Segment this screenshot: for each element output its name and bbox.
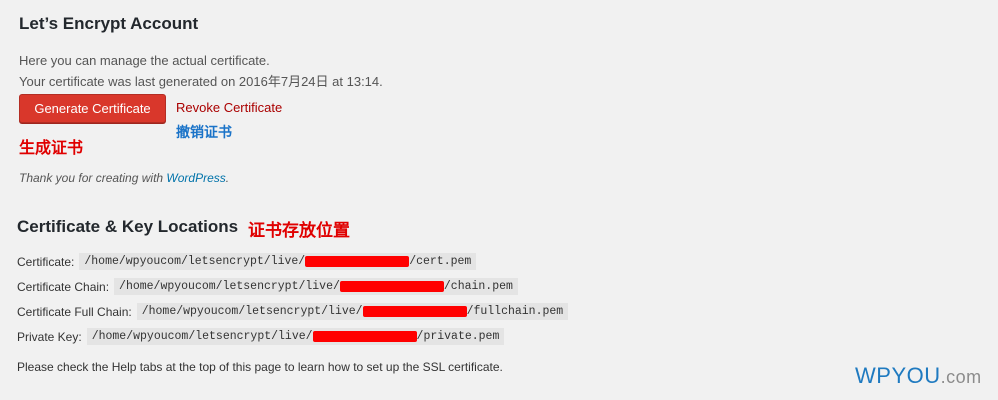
location-label: Certificate Full Chain: bbox=[17, 304, 132, 319]
redaction-bar bbox=[362, 306, 467, 317]
redaction-bar bbox=[312, 331, 417, 342]
wpyou-watermark: WPYOU.com bbox=[855, 363, 982, 389]
annotation-revoke: 撤销证书 bbox=[176, 124, 232, 140]
redaction-bar bbox=[305, 256, 410, 267]
location-path: /home/wpyoucom/letsencrypt/live/ /cert.pe… bbox=[79, 253, 477, 270]
path-file: /private.pem bbox=[416, 330, 500, 343]
help-note: Please check the Help tabs at the top of… bbox=[17, 360, 503, 374]
account-title: Let’s Encrypt Account bbox=[19, 14, 199, 33]
path-prefix: /home/wpyoucom/letsencrypt/live/ bbox=[141, 305, 363, 318]
annotation-locations: 证书存放位置 bbox=[248, 221, 350, 240]
locations-title: Certificate & Key Locations bbox=[17, 217, 239, 236]
account-description: Here you can manage the actual certifica… bbox=[19, 53, 270, 68]
redaction-bar bbox=[339, 281, 444, 292]
location-row-chain: Certificate Chain: /home/wpyoucom/letsen… bbox=[17, 278, 518, 295]
location-label: Private Key: bbox=[17, 329, 82, 344]
location-row-private-key: Private Key: /home/wpyoucom/letsencrypt/… bbox=[17, 328, 505, 345]
path-prefix: /home/wpyoucom/letsencrypt/live/ bbox=[119, 280, 340, 293]
annotation-generate: 生成证书 bbox=[19, 140, 84, 157]
revoke-certificate-link[interactable]: Revoke Certificate bbox=[176, 100, 282, 115]
generate-certificate-button[interactable]: Generate Certificate bbox=[19, 94, 166, 123]
footer-credit-suffix: . bbox=[225, 171, 230, 185]
location-path: /home/wpyoucom/letsencrypt/live/ /chain.p… bbox=[114, 278, 518, 295]
path-file: /chain.pem bbox=[443, 280, 513, 293]
watermark-domain: .com bbox=[940, 367, 982, 387]
location-label: Certificate: bbox=[17, 254, 75, 269]
watermark-name: WPYOU bbox=[855, 363, 941, 388]
location-path: /home/wpyoucom/letsencrypt/live/ /private… bbox=[86, 328, 505, 345]
location-row-certificate: Certificate: /home/wpyoucom/letsencrypt/… bbox=[17, 253, 477, 270]
wordpress-link[interactable]: WordPress bbox=[166, 171, 225, 185]
path-file: /cert.pem bbox=[409, 255, 472, 268]
location-label: Certificate Chain: bbox=[17, 279, 110, 294]
footer-credit: Thank you for creating with WordPress. bbox=[19, 171, 229, 185]
path-prefix: /home/wpyoucom/letsencrypt/live/ bbox=[91, 330, 313, 343]
path-file: /fullchain.pem bbox=[466, 305, 564, 318]
last-generated-text: Your certificate was last generated on 2… bbox=[19, 74, 383, 89]
footer-credit-prefix: Thank you for creating with bbox=[19, 171, 167, 185]
location-row-fullchain: Certificate Full Chain: /home/wpyoucom/l… bbox=[17, 303, 569, 320]
path-prefix: /home/wpyoucom/letsencrypt/live/ bbox=[84, 255, 306, 268]
location-path: /home/wpyoucom/letsencrypt/live/ /fullcha… bbox=[136, 303, 569, 320]
